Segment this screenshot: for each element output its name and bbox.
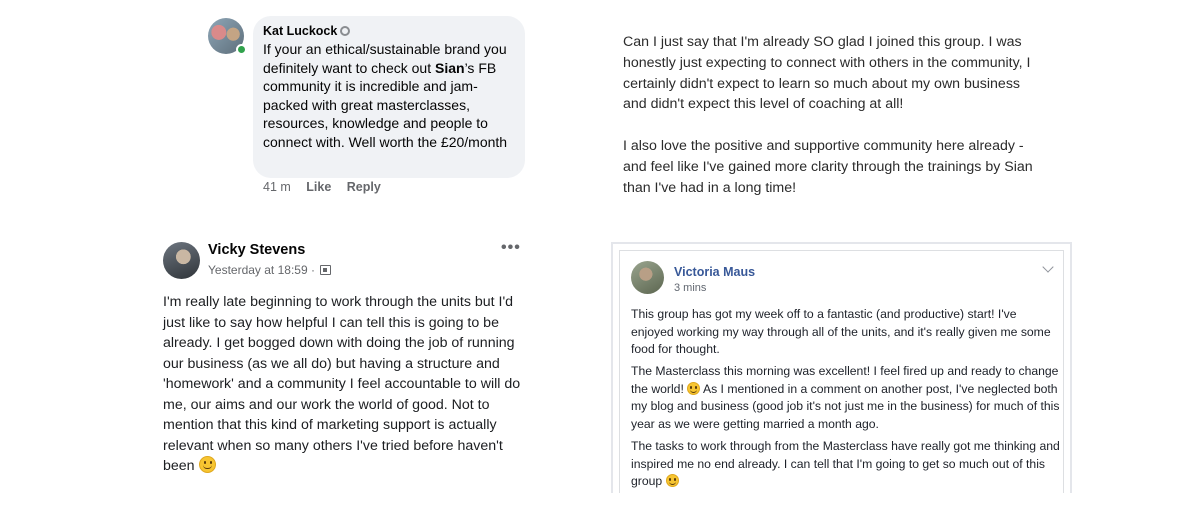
- victoria-post-screenshot: Victoria Maus 3 mins This group has got …: [611, 242, 1072, 493]
- like-button[interactable]: Like: [306, 180, 331, 194]
- avatar[interactable]: [163, 242, 200, 279]
- post-meta: Yesterday at 18:59 ·: [208, 263, 332, 277]
- comment-bubble: Kat Luckock If your an ethical/sustainab…: [253, 16, 525, 178]
- post-author[interactable]: Vicky Stevens: [208, 242, 305, 258]
- comment-text: If your an ethical/sustainable brand you…: [263, 41, 508, 150]
- comment-author[interactable]: Kat Luckock: [263, 24, 337, 38]
- quote-paragraph: Can I just say that I'm already SO glad …: [623, 34, 1031, 113]
- avatar[interactable]: [631, 261, 664, 294]
- shield-badge-icon: [340, 26, 351, 36]
- comment-time[interactable]: 41 m: [263, 180, 291, 194]
- smiley-emoji-icon: [198, 456, 216, 473]
- mention-link[interactable]: Sian: [435, 60, 465, 76]
- smiley-emoji-icon: [665, 474, 679, 488]
- chevron-down-icon[interactable]: [1042, 261, 1054, 273]
- post-timestamp[interactable]: Yesterday at 18:59 ·: [208, 263, 315, 277]
- post-paragraph: The Masterclass this morning was excelle…: [631, 364, 1060, 432]
- post-text: I'm really late beginning to work throug…: [163, 294, 521, 474]
- audience-group-icon: [320, 265, 332, 275]
- post-paragraph: This group has got my week off to a fant…: [631, 307, 1051, 357]
- post-card: Victoria Maus 3 mins This group has got …: [619, 250, 1064, 493]
- post-author[interactable]: Victoria Maus: [674, 265, 755, 279]
- comment-actions: 41 m Like Reply: [263, 180, 393, 194]
- smiley-emoji-icon: [687, 381, 701, 395]
- reply-button[interactable]: Reply: [347, 180, 381, 194]
- online-status-icon: [236, 44, 247, 55]
- quote-paragraph: I also love the positive and supportive …: [623, 137, 1033, 196]
- post-text: This group has got my week off to a fant…: [631, 306, 1061, 491]
- post-paragraph: The tasks to work through from the Maste…: [631, 439, 1060, 489]
- post-timestamp[interactable]: 3 mins: [674, 282, 706, 294]
- more-options-button[interactable]: •••: [501, 239, 521, 257]
- testimonial-quote: Can I just say that I'm already SO glad …: [623, 32, 1043, 198]
